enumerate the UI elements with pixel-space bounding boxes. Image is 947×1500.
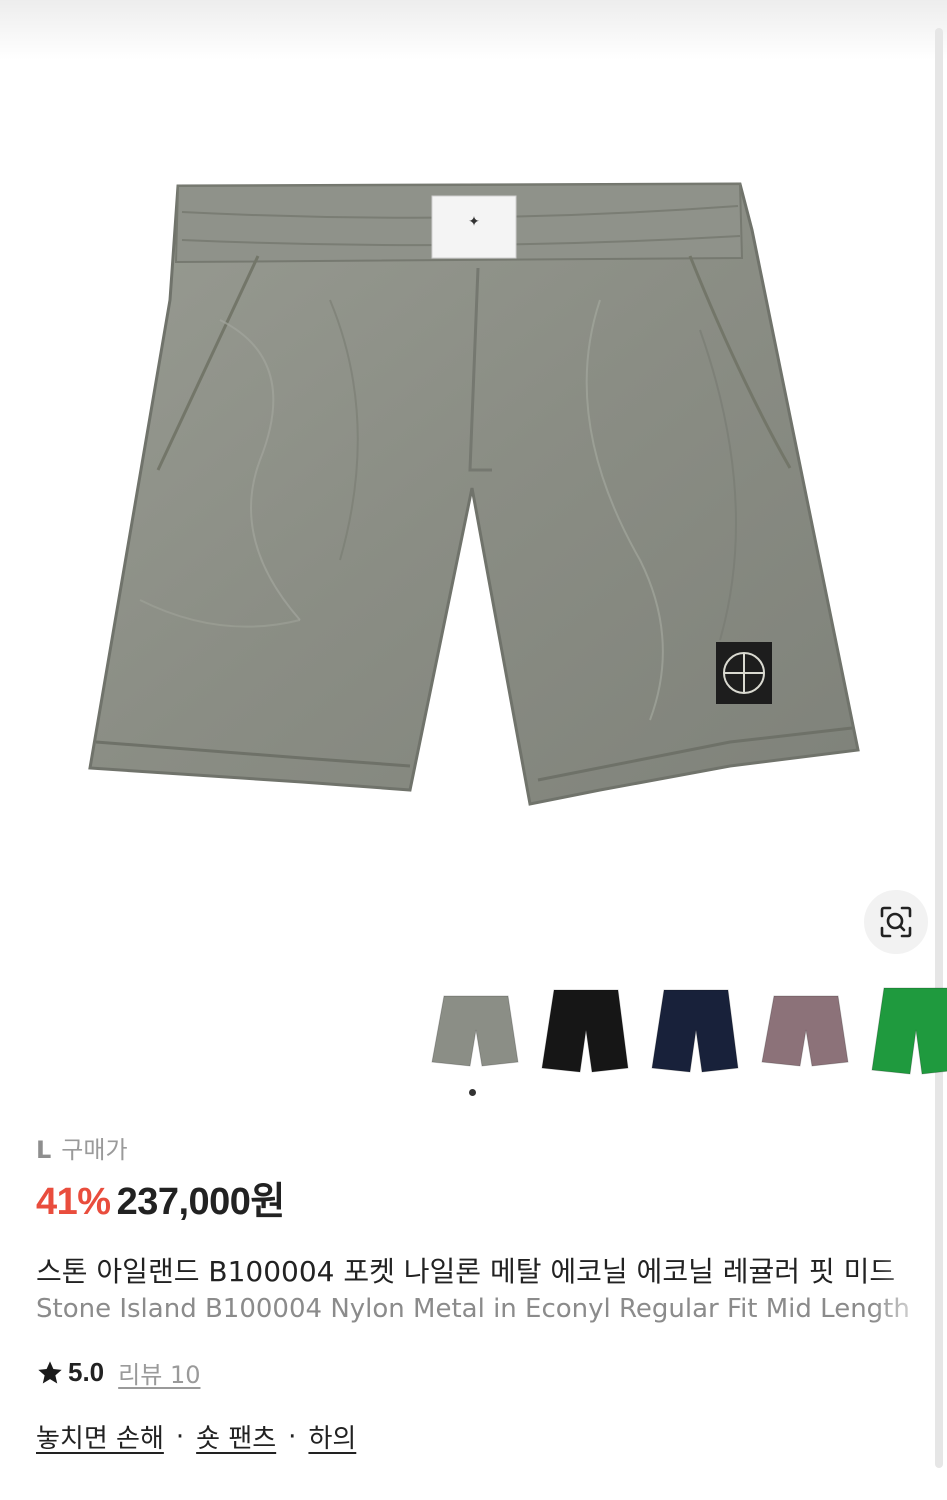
- color-thumbnails: [420, 980, 947, 1080]
- tag-separator: ·: [288, 1421, 297, 1452]
- category-tags: 놓치면 손해 · 숏 팬츠 · 하의: [36, 1418, 935, 1455]
- thumbnail-green[interactable]: [868, 980, 947, 1080]
- product-title-korean: 스톤 아일랜드 B100004 포켓 나일론 메탈 에코닐 에코닐 레귤러 핏 …: [36, 1255, 896, 1288]
- purchase-size-line: L 구매가: [36, 1130, 935, 1165]
- image-search-icon: [880, 906, 912, 938]
- image-top-shade: [0, 0, 947, 60]
- tag-link-bottoms[interactable]: 하의: [308, 1418, 356, 1455]
- reviews-link[interactable]: 리뷰 10: [118, 1355, 200, 1390]
- product-title-english: Stone Island B100004 Nylon Metal in Econ…: [36, 1294, 910, 1324]
- rating-score: 5.0: [68, 1357, 105, 1387]
- tag-link-deal[interactable]: 놓치면 손해: [36, 1418, 164, 1455]
- shorts-illustration: ✦: [88, 182, 860, 806]
- thumbnail-mauve[interactable]: [758, 980, 854, 1080]
- price-line: 41% 237,000원: [36, 1170, 935, 1225]
- svg-text:✦: ✦: [468, 214, 480, 230]
- image-search-button[interactable]: [864, 890, 928, 954]
- product-image[interactable]: ✦: [0, 0, 947, 975]
- thumbnail-navy[interactable]: [648, 980, 744, 1080]
- thumbnail-gray[interactable]: [428, 980, 524, 1080]
- star-icon: [38, 1360, 62, 1383]
- size-label: L: [36, 1136, 52, 1164]
- price-value: 237,000원: [116, 1181, 286, 1223]
- tag-link-short-pants[interactable]: 숏 팬츠: [196, 1418, 276, 1455]
- discount-rate: 41%: [36, 1181, 111, 1223]
- thumbnail-black[interactable]: [538, 980, 634, 1080]
- carousel-indicator-dot: [469, 1089, 476, 1096]
- purchase-label: 구매가: [61, 1136, 128, 1164]
- tag-separator: ·: [175, 1421, 185, 1452]
- thumb-shape: [431, 995, 519, 1067]
- rating-line: 5.0 리뷰 10: [36, 1355, 935, 1390]
